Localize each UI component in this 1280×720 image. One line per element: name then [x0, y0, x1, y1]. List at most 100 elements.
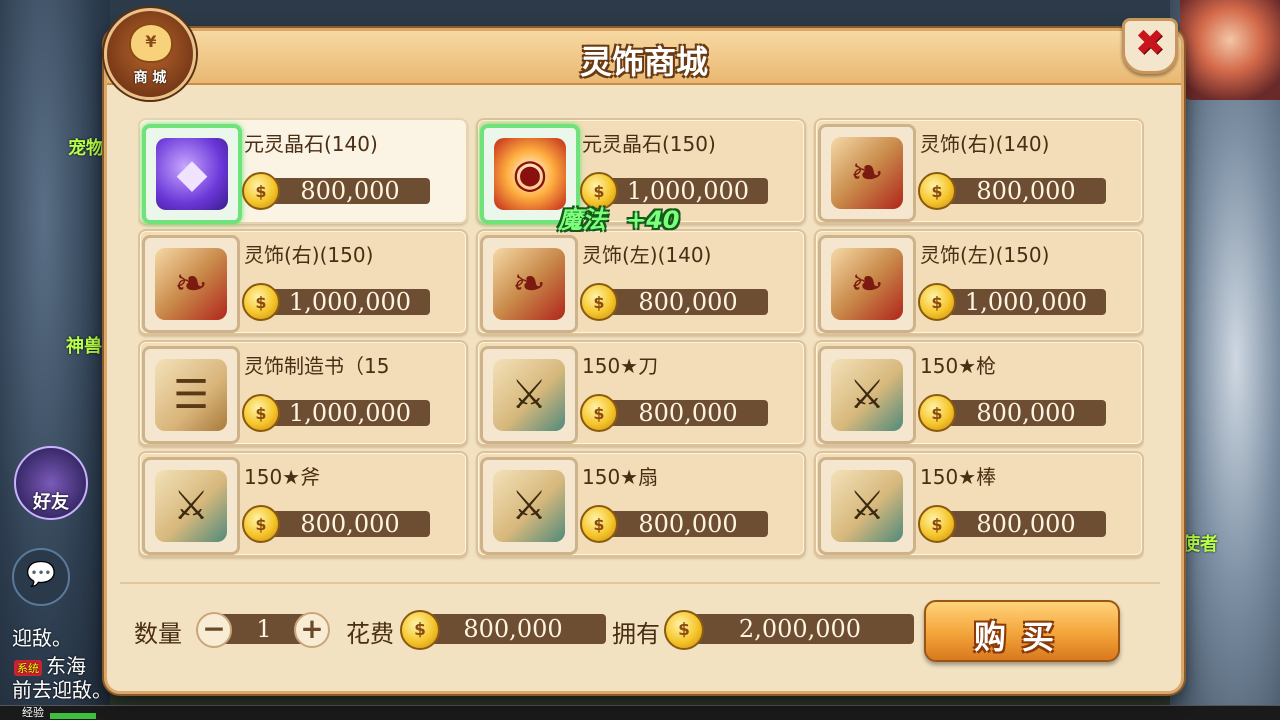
item-icon-frame: ◆	[142, 124, 242, 224]
item-icon-frame: ⚔	[142, 457, 240, 555]
quantity-value[interactable]: 1	[236, 614, 292, 644]
close-icon: ✖	[1134, 23, 1166, 64]
item-icon-frame: ❧	[818, 235, 916, 333]
exp-fill	[50, 713, 96, 719]
shop-title: 灵饰商城	[579, 43, 708, 81]
money-bag-icon: ¥	[129, 23, 173, 63]
item-price: 800,000	[592, 400, 768, 426]
owned-value: 2,000,000	[686, 614, 914, 644]
item-icon-frame: ⚔	[818, 346, 916, 444]
item-price: 800,000	[592, 511, 768, 537]
shop-item[interactable]: ⚔ 150★棒 800,000 $	[814, 451, 1144, 557]
shop-item[interactable]: ⚔ 150★斧 800,000 $	[138, 451, 468, 557]
gold-coin-icon: $	[242, 505, 280, 543]
gold-coin-icon: $	[242, 283, 280, 321]
footer-divider	[120, 582, 1160, 584]
item-name: 元灵晶石(150)	[582, 132, 716, 156]
cost-label: 花费	[346, 620, 394, 648]
quantity-label: 数量	[134, 620, 182, 648]
shop-badge: ¥ 商 城	[104, 8, 196, 100]
item-bonus: 魔法 +40	[558, 200, 680, 235]
item-price: 1,000,000	[254, 400, 430, 426]
blueprint-icon: ⚔	[155, 470, 227, 542]
item-grid: ◆ 元灵晶石(140) 800,000 $ ◉ 元灵晶石(150) 1,000,000 $ 魔法…	[138, 114, 1144, 580]
crystal-icon: ◆	[156, 138, 228, 210]
item-name: 150★刀	[582, 354, 659, 378]
item-name: 150★棒	[920, 465, 997, 489]
owned-label: 拥有	[612, 620, 660, 648]
game-scene-right	[1170, 0, 1280, 720]
shop-item[interactable]: ◆ 元灵晶石(140) 800,000 $	[138, 118, 468, 224]
chat-line: 前去迎敌。	[12, 678, 112, 702]
shop-item[interactable]: ❧ 灵饰(左)(140) 800,000 $	[476, 229, 806, 335]
item-name: 元灵晶石(140)	[244, 132, 378, 156]
exp-label: 经验	[22, 706, 44, 719]
shop-item[interactable]: ❧ 灵饰(左)(150) 1,000,000 $	[814, 229, 1144, 335]
item-name: 灵饰制造书（15	[244, 354, 390, 378]
player-portrait[interactable]	[1180, 0, 1280, 100]
item-price: 800,000	[930, 178, 1106, 204]
item-price: 800,000	[930, 400, 1106, 426]
item-price: 800,000	[592, 289, 768, 315]
item-price: 800,000	[254, 511, 430, 537]
shop-item[interactable]: ❧ 灵饰(右)(140) 800,000 $	[814, 118, 1144, 224]
item-name: 灵饰(左)(140)	[582, 243, 712, 267]
item-price: 800,000	[930, 511, 1106, 537]
gold-coin-icon: $	[400, 610, 440, 650]
item-icon-frame: ❧	[142, 235, 240, 333]
blueprint-icon: ⚔	[831, 359, 903, 431]
scene-label-beast: 神兽	[66, 336, 102, 357]
item-name: 灵饰(右)(140)	[920, 132, 1050, 156]
shop-item[interactable]: ☰ 灵饰制造书（15 1,000,000 $	[138, 340, 468, 446]
gold-coin-icon: $	[664, 610, 704, 650]
item-icon-frame: ⚔	[480, 457, 578, 555]
blueprint-icon: ⚔	[493, 359, 565, 431]
gold-coin-icon: $	[242, 394, 280, 432]
gold-coin-icon: $	[580, 283, 618, 321]
drum-icon: ◉	[494, 138, 566, 210]
shop-item[interactable]: ⚔ 150★扇 800,000 $	[476, 451, 806, 557]
shop-item[interactable]: ⚔ 150★刀 800,000 $	[476, 340, 806, 446]
shop-item[interactable]: ⚔ 150★枪 800,000 $	[814, 340, 1144, 446]
shop-header: 灵饰商城	[107, 31, 1181, 85]
gold-coin-icon: $	[918, 505, 956, 543]
gold-coin-icon: $	[918, 283, 956, 321]
game-scene-left	[0, 0, 110, 720]
item-name: 灵饰(右)(150)	[244, 243, 374, 267]
buy-label: 购买	[973, 618, 1070, 656]
gold-coin-icon: $	[242, 172, 280, 210]
item-name: 150★扇	[582, 465, 659, 489]
scene-label-pet: 宠物	[68, 138, 104, 159]
chat-bubble-icon: 💬	[26, 560, 56, 588]
item-icon-frame: ⚔	[818, 457, 916, 555]
chat-button[interactable]: 💬	[12, 548, 70, 606]
increase-button[interactable]: +	[294, 612, 330, 648]
friends-button[interactable]: 好友	[14, 446, 88, 520]
gold-coin-icon: $	[580, 505, 618, 543]
item-icon-frame: ⚔	[480, 346, 578, 444]
scene-label-envoy: 使者	[1182, 534, 1218, 555]
item-icon-frame: ❧	[480, 235, 578, 333]
item-icon-frame: ☰	[142, 346, 240, 444]
buy-button[interactable]: 购买	[924, 600, 1120, 662]
item-name: 灵饰(左)(150)	[920, 243, 1050, 267]
bonus-value: +40	[626, 206, 680, 234]
exp-bar: 经验	[0, 705, 1280, 720]
close-button[interactable]: ✖	[1122, 18, 1178, 74]
book-icon: ❧	[493, 248, 565, 320]
book-icon: ❧	[155, 248, 227, 320]
item-name: 150★枪	[920, 354, 997, 378]
badge-label: 商 城	[133, 70, 167, 86]
gold-coin-icon: $	[580, 394, 618, 432]
item-name: 150★斧	[244, 465, 321, 489]
item-price: 800,000	[254, 178, 430, 204]
blueprint-icon: ⚔	[493, 470, 565, 542]
shop-item[interactable]: ❧ 灵饰(右)(150) 1,000,000 $	[138, 229, 468, 335]
blueprint-icon: ⚔	[831, 470, 903, 542]
gold-coin-icon: $	[918, 394, 956, 432]
decrease-button[interactable]: −	[196, 612, 232, 648]
item-price: 1,000,000	[254, 289, 430, 315]
book-icon: ❧	[831, 137, 903, 209]
shop-item[interactable]: ◉ 元灵晶石(150) 1,000,000 $ 魔法 +40	[476, 118, 806, 234]
friends-label: 好友	[33, 492, 69, 513]
